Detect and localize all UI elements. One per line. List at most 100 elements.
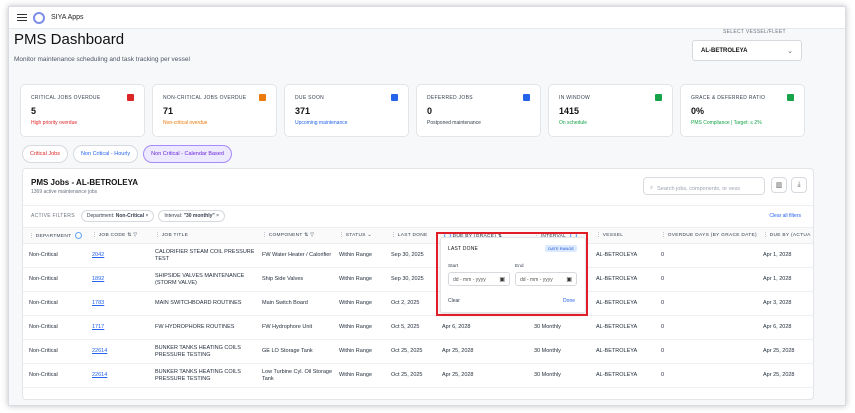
chip-value: Non-Critical	[115, 212, 145, 219]
cell-last-done: Sep 30, 2025	[385, 243, 436, 268]
table-row[interactable]: Non-Critical 1783 MAIN SWITCHBOARD ROUTINE…	[23, 291, 813, 316]
card-subtitle: Upcoming maintenance	[295, 120, 348, 126]
tab-noncritical-calendar[interactable]: Non Critical - Calendar Based	[143, 145, 232, 163]
cell-status: Within Range	[333, 267, 385, 292]
close-icon[interactable]: ×	[145, 213, 148, 219]
cell-due-by-grace: Apr 6, 2028	[436, 315, 528, 340]
cell-due-actual: Apr 1, 2028	[757, 243, 813, 268]
table-row[interactable]: Non-Critical 1892 SHIPSIDE VALVES MAINTENA…	[23, 267, 813, 292]
col-header-due-actual[interactable]: ⋮ DUE BY (ACTUA	[757, 227, 813, 244]
cell-status: Within Range	[333, 339, 385, 364]
cell-job-code[interactable]: 22614	[86, 339, 149, 364]
card-value: 0%	[691, 106, 705, 116]
vessel-select-label: SELECT VESSEL/FLEET	[723, 29, 786, 35]
col-header-overdue-days[interactable]: ⋮ OVERDUE DAYS (BY GRACE DATE)	[655, 227, 757, 244]
cell-due-actual: Apr 25, 2028	[757, 339, 813, 364]
cell-last-done: Oct 25, 2025	[385, 339, 436, 364]
cell-vessel: AL-BETROLEYA	[590, 267, 655, 292]
page-title: PMS Dashboard	[14, 31, 125, 48]
cell-due-actual: Apr 25, 2028	[757, 363, 813, 388]
cell-component: Low Turbine Cyl. Oil Storage Tank	[256, 363, 333, 388]
cell-job-title: SHIPSIDE VALVES MAINTENANCE (STORM VALVE…	[149, 267, 256, 292]
filter-active-icon[interactable]	[74, 232, 82, 239]
columns-icon[interactable]: ▥	[771, 177, 787, 193]
cell-overdue: 0	[655, 291, 757, 316]
cell-department: Non-Critical	[23, 339, 86, 364]
cell-status: Within Range	[333, 315, 385, 340]
card-value: 0	[427, 106, 433, 116]
table-title: PMS Jobs - AL-BETROLEYA	[31, 178, 138, 187]
cell-job-code[interactable]: 1783	[86, 291, 149, 316]
cell-job-title: BUNKER TANKS HEATING COILS PRESSURE TEST…	[149, 363, 256, 388]
cell-component: FW Water Heater / Calorifier	[256, 243, 333, 268]
page-subtitle: Monitor maintenance scheduling and task …	[14, 56, 190, 63]
col-header-vessel[interactable]: ⋮ VESSEL	[590, 227, 655, 244]
search-input[interactable]: ⌕ Search jobs, components, or vess	[643, 177, 765, 195]
col-header-department[interactable]: ⋮ DEPARTMENT	[23, 227, 86, 244]
cell-due-by-grace: Apr 25, 2028	[436, 363, 528, 388]
cell-interval: 30 Monthly	[528, 363, 590, 388]
col-header-job-code[interactable]: ⋮ JOB CODE ⇅ ▽	[86, 227, 149, 244]
check-icon	[655, 94, 662, 101]
card-title: CRITICAL JOBS OVERDUE	[31, 95, 101, 101]
chip-label: Interval:	[164, 212, 183, 219]
table-row[interactable]: Non-Critical 1717 FW HYDROPHORE ROUTINES FW…	[23, 315, 813, 340]
card-grace-ratio[interactable]: GRACE & DEFERRED RATIO 0% PMS Compliance…	[680, 84, 805, 137]
card-value: 5	[31, 106, 37, 116]
card-subtitle: Non-critical overdue	[163, 120, 208, 126]
filter-chip-interval[interactable]: Interval: "30 monthly" ×	[158, 209, 226, 222]
warning-icon	[259, 94, 266, 101]
card-critical-overdue[interactable]: CRITICAL JOBS OVERDUE 5 High priority ov…	[20, 84, 145, 137]
cell-component: FW Hydrophore Unit	[256, 315, 333, 340]
cell-status: Within Range	[333, 291, 385, 316]
search-placeholder: Search jobs, components, or vess	[657, 185, 740, 192]
alert-icon	[127, 94, 134, 101]
cell-job-code[interactable]: 1717	[86, 315, 149, 340]
app-name: SIYA Apps	[51, 14, 84, 21]
card-in-window[interactable]: IN WINDOW 1415 On schedule	[548, 84, 673, 137]
cell-job-code[interactable]: 22614	[86, 363, 149, 388]
cell-last-done: Oct 25, 2025	[385, 363, 436, 388]
cell-overdue: 0	[655, 363, 757, 388]
card-deferred[interactable]: DEFERRED JOBS 0 Postponed maintenance	[416, 84, 541, 137]
table-row[interactable]: Non-Critical 2042 CALORIFIER STEAM COIL PR…	[23, 243, 813, 268]
search-icon: ⌕	[650, 185, 654, 191]
cell-due-actual: Apr 1, 2028	[757, 267, 813, 292]
cell-job-code[interactable]: 2042	[86, 243, 149, 268]
col-header-last-done[interactable]: ⋮ LAST DONE	[385, 227, 436, 244]
clock-icon	[523, 94, 530, 101]
card-noncritical-overdue[interactable]: NON-CRITICAL JOBS OVERDUE 71 Non-critica…	[152, 84, 277, 137]
tab-critical-jobs[interactable]: Critical Jobs	[22, 145, 68, 163]
table-count: 1369 active maintenance jobs	[31, 189, 98, 195]
vessel-select[interactable]: AL-BETROLEYA ⌄	[692, 40, 802, 61]
filter-chip-department[interactable]: Department: Non-Critical ×	[80, 209, 155, 222]
table-row[interactable]: Non-Critical 22614 BUNKER TANKS HEATING CO…	[23, 363, 813, 388]
cell-department: Non-Critical	[23, 243, 86, 268]
cell-status: Within Range	[333, 243, 385, 268]
card-due-soon[interactable]: DUE SOON 371 Upcoming maintenance	[284, 84, 409, 137]
cell-overdue: 0	[655, 339, 757, 364]
col-header-status[interactable]: ⋮ STATUS ⌄	[333, 227, 385, 244]
jobs-table: ⋮ DEPARTMENT ⋮ JOB CODE ⇅ ▽ ⋮ JOB TITLE …	[23, 227, 813, 388]
card-title: IN WINDOW	[559, 95, 591, 101]
cell-overdue: 0	[655, 267, 757, 292]
cell-last-done: Oct 2, 2025	[385, 291, 436, 316]
card-subtitle: High priority overdue	[31, 120, 78, 126]
clear-all-filters-link[interactable]: Clear all filters	[769, 213, 801, 219]
table-row[interactable]: Non-Critical 22614 BUNKER TANKS HEATING CO…	[23, 339, 813, 364]
close-icon[interactable]: ×	[216, 213, 219, 219]
download-icon[interactable]: ⤓	[791, 177, 807, 193]
col-header-job-title[interactable]: ⋮ JOB TITLE	[149, 227, 256, 244]
cell-component: Main Switch Board	[256, 291, 333, 316]
menu-icon[interactable]	[17, 13, 27, 22]
tab-noncritical-hourly[interactable]: Non Critical - Hourly	[72, 145, 139, 163]
col-header-component[interactable]: ⋮ COMPONENT ⇅ ▽	[256, 227, 333, 244]
cell-department: Non-Critical	[23, 363, 86, 388]
cell-job-code[interactable]: 1892	[86, 267, 149, 292]
cell-department: Non-Critical	[23, 315, 86, 340]
cell-job-title: BUNKER TANKS HEATING COILS PRESSURE TEST…	[149, 339, 256, 364]
cell-last-done: Oct 5, 2025	[385, 315, 436, 340]
card-value: 371	[295, 106, 311, 116]
card-value: 71	[163, 106, 174, 116]
card-subtitle: On schedule	[559, 120, 588, 126]
